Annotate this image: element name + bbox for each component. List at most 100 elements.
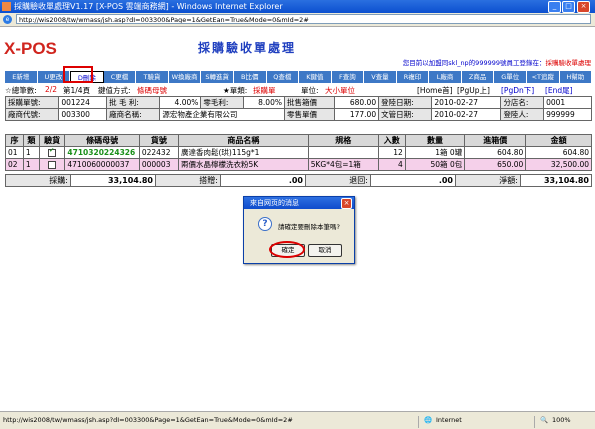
column-header: 金額 xyxy=(525,134,592,147)
toolbar: E新增 U更改 D刪除 C更檔 T驗貨 W換廠商 S轉進貨 B比價 Q查檔 K鍵值 F查詢 V查量 R複… xyxy=(5,71,593,83)
branch-field[interactable]: 0001 xyxy=(543,96,592,109)
row-price[interactable]: 650.00 xyxy=(464,158,527,171)
row-price[interactable]: 604.80 xyxy=(464,146,527,159)
close-icon[interactable]: × xyxy=(577,1,590,13)
row-type: 1 xyxy=(22,146,40,159)
nav-first-link[interactable]: [Home首] xyxy=(417,85,453,96)
address-input[interactable]: http://wis2008/tw/wmass/jsh.asp?dI=00330… xyxy=(16,14,591,24)
toolbar-button-10[interactable]: F查詢 xyxy=(331,71,365,83)
row-barcode[interactable]: 4710320224326 xyxy=(64,146,140,159)
row-count[interactable]: 4 xyxy=(377,158,406,171)
dialog-title-text: 來自网页的消息 xyxy=(250,199,299,207)
purchase-total: 33,104.80 xyxy=(70,174,156,187)
unit-value[interactable]: 大小單位 xyxy=(325,85,355,96)
toolbar-button-14[interactable]: Z商品 xyxy=(461,71,495,83)
vendor-name-field[interactable]: 源宏物產企業有限公司 xyxy=(159,108,285,121)
type-label: ★單類: xyxy=(223,86,248,95)
check-icon[interactable] xyxy=(48,160,57,169)
column-header: 條碼母號 xyxy=(64,134,140,147)
zoom-level[interactable]: 100% xyxy=(552,416,571,424)
order-no-field[interactable]: 001224 xyxy=(58,96,108,109)
column-header: 商品名稱 xyxy=(178,134,309,147)
unit-label: 單位: xyxy=(301,86,319,95)
row-checkbox[interactable] xyxy=(38,158,66,171)
logo: X-POS xyxy=(4,39,57,58)
status-url: http://wis2008/tw/wmass/jsh.asp?dI=00330… xyxy=(3,416,293,424)
nav-next-link[interactable]: [PgDn下] xyxy=(501,85,534,96)
return-total: .00 xyxy=(370,174,456,187)
row-code[interactable]: 000003 xyxy=(138,158,180,171)
vendor-name-label: 廠商名稱: xyxy=(106,108,161,121)
vendor-code-label: 廠商代號: xyxy=(4,108,60,121)
margin-label: 批 毛 利: xyxy=(106,96,161,109)
toolbar-button-11[interactable]: V查量 xyxy=(364,71,397,83)
nav-last-link[interactable]: [End尾] xyxy=(545,85,573,96)
wholesale-field[interactable]: 680.00 xyxy=(333,96,380,109)
doc-date-label: 文管日期: xyxy=(378,108,433,121)
delete-highlight xyxy=(63,66,93,83)
row-checkbox[interactable] xyxy=(38,146,66,159)
toolbar-button-9[interactable]: K鍵值 xyxy=(299,71,332,83)
type-value[interactable]: 採購單 xyxy=(253,85,276,96)
toolbar-button-15[interactable]: G單位 xyxy=(494,71,527,83)
total-value: 2/2 xyxy=(45,85,58,94)
status-bar: http://wis2008/tw/wmass/jsh.asp?dI=00330… xyxy=(0,411,595,429)
return-label: 退回: xyxy=(305,174,371,187)
retail-field[interactable]: 177.00 xyxy=(333,108,380,121)
row-amount: 604.80 xyxy=(525,146,592,159)
toolbar-button-0[interactable]: E新增 xyxy=(5,71,38,83)
row-count[interactable]: 12 xyxy=(377,146,406,159)
margin-field[interactable]: 4.00% xyxy=(159,96,202,109)
column-header: 驗貨 xyxy=(38,134,66,147)
column-header: 數量 xyxy=(404,134,466,147)
toolbar-button-16[interactable]: <T追蹤 xyxy=(527,71,560,83)
globe-icon: 🌐 xyxy=(424,416,433,424)
column-header: 類 xyxy=(22,134,40,147)
key-value[interactable]: 條碼母號 xyxy=(137,85,167,96)
confirm-dialog: 來自网页的消息 × ? 請確定要刪除本筆嗎? 確定 取消 xyxy=(243,196,355,264)
status-line: ☆總筆數: 2/2 第1/4頁 鍵值方式: 條碼母號 ★單類: 採購單 單位: … xyxy=(5,85,592,95)
page-content: X-POS 採購驗收單處理 您目前以加盟同skl_np的999999號員工登錄在… xyxy=(0,27,595,411)
dialog-close-icon[interactable]: × xyxy=(341,198,352,209)
toolbar-button-8[interactable]: Q查檔 xyxy=(266,71,300,83)
row-type: 1 xyxy=(22,158,40,171)
column-header: 入數 xyxy=(377,134,406,147)
toolbar-button-5[interactable]: W換廠商 xyxy=(168,71,202,83)
dialog-title: 來自网页的消息 × xyxy=(244,197,354,209)
zoom-icon[interactable]: 🔍 xyxy=(540,416,548,424)
window-titlebar: 採購驗收單處理V1.17 [X-POS 雲端商務網] - Windows Int… xyxy=(0,0,595,13)
gift-total: .00 xyxy=(220,174,306,187)
zero-margin-field[interactable]: 8.00% xyxy=(243,96,285,109)
nav-prev-link[interactable]: [PgUp上] xyxy=(457,85,490,96)
cancel-button[interactable]: 取消 xyxy=(308,244,342,257)
toolbar-button-4[interactable]: T驗貨 xyxy=(136,71,169,83)
totals-table: 採購: 33,104.80 搭贈: .00 退回: .00 淨額: 33,104… xyxy=(5,174,592,187)
toolbar-button-3[interactable]: C更檔 xyxy=(103,71,137,83)
toolbar-button-6[interactable]: S轉進貨 xyxy=(201,71,234,83)
status-divider xyxy=(418,416,419,428)
row-barcode[interactable]: 4710060000037 xyxy=(64,158,140,171)
toolbar-button-17[interactable]: H幫助 xyxy=(559,71,593,83)
doc-date-field[interactable]: 2010-02-27 xyxy=(431,108,502,121)
minimize-icon[interactable]: _ xyxy=(548,1,561,13)
table-row[interactable]: 011 4710320224326022432廣達香肉鬆(珙)115g*1 121箱… xyxy=(5,146,592,159)
toolbar-button-13[interactable]: L廠商 xyxy=(429,71,462,83)
row-seq: 02 xyxy=(5,158,24,171)
net-label: 淨額: xyxy=(455,174,521,187)
vendor-code-field[interactable]: 003300 xyxy=(58,108,108,121)
maximize-icon[interactable]: □ xyxy=(562,1,575,13)
row-seq: 01 xyxy=(5,146,24,159)
row-qty[interactable]: 50箱 0包 xyxy=(404,158,466,171)
reg-date-label: 登陸日期: xyxy=(378,96,433,109)
row-qty[interactable]: 1箱 0罐 xyxy=(404,146,466,159)
check-icon[interactable] xyxy=(48,147,57,157)
page-info: 第1/4頁 xyxy=(63,86,91,95)
toolbar-button-7[interactable]: B比價 xyxy=(233,71,267,83)
gift-label: 搭贈: xyxy=(155,174,221,187)
row-code[interactable]: 022432 xyxy=(138,146,180,159)
table-row[interactable]: 02 1 4710060000037 000003 兩價水晶檸檬洗衣粉5K 5KG*4包=… xyxy=(5,158,592,171)
toolbar-button-12[interactable]: R複印 xyxy=(396,71,430,83)
loginer-field[interactable]: 999999 xyxy=(543,108,592,121)
row-spec: 5KG*4包=1箱 xyxy=(307,158,379,171)
reg-date-field[interactable]: 2010-02-27 xyxy=(431,96,502,109)
